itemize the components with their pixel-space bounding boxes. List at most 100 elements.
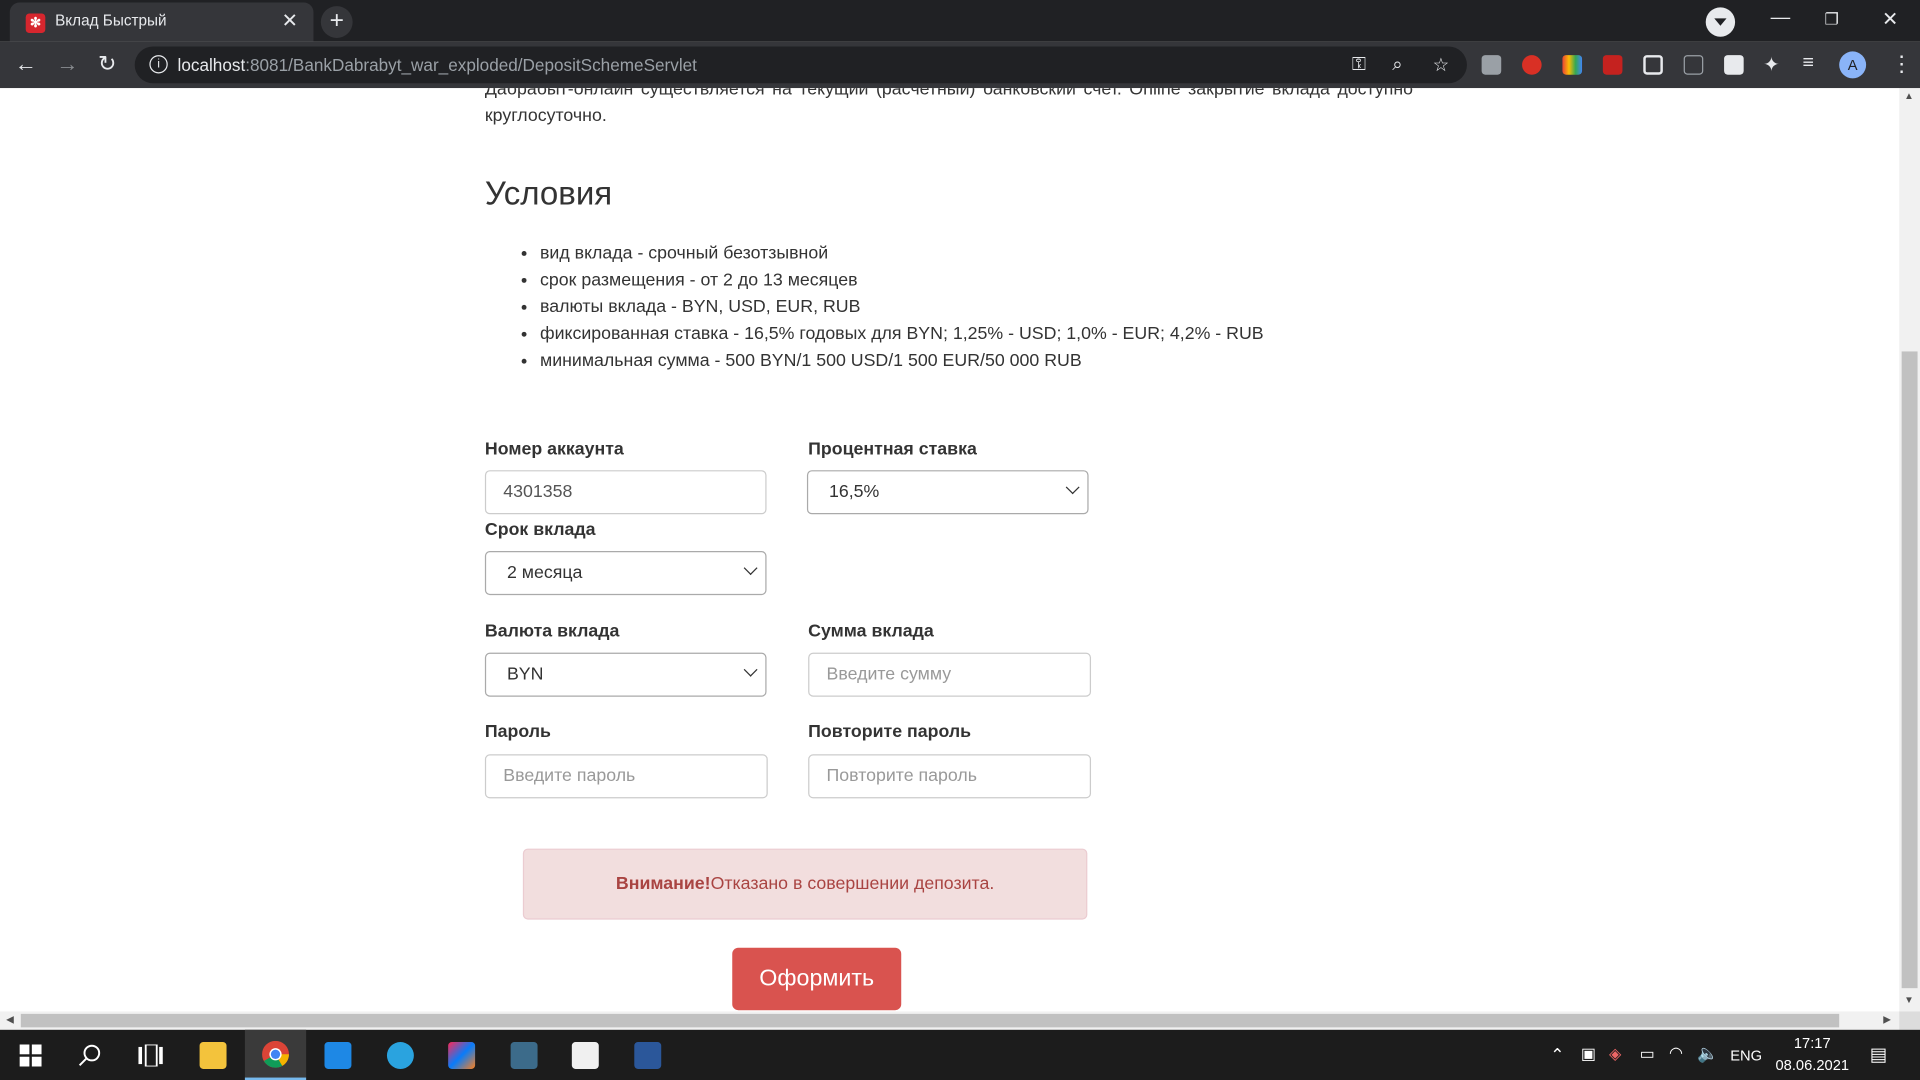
tray-app-icon[interactable]: ◈ bbox=[1609, 1044, 1621, 1064]
tray-meet-icon[interactable]: ▣ bbox=[1581, 1044, 1596, 1064]
bank-favicon-icon: ✻ bbox=[25, 13, 46, 34]
new-tab-button[interactable]: + bbox=[320, 6, 353, 38]
submit-button[interactable]: Оформить bbox=[732, 947, 902, 1011]
media-queue-icon[interactable]: ≡ bbox=[1802, 53, 1813, 75]
scroll-right-icon[interactable]: ▶ bbox=[1883, 1014, 1891, 1025]
tray-chevron-up-icon[interactable]: ⌃ bbox=[1550, 1044, 1564, 1065]
restore-icon[interactable]: ❐ bbox=[1824, 10, 1838, 30]
currency-select[interactable]: BYN bbox=[484, 652, 767, 697]
rate-select[interactable]: 16,5% bbox=[806, 470, 1089, 515]
clock-date[interactable]: 08.06.2021 bbox=[1776, 1057, 1850, 1074]
chrome-icon bbox=[262, 1040, 289, 1068]
java-button[interactable] bbox=[555, 1030, 616, 1080]
list-item: фиксированная ставка - 16,5% годовых для… bbox=[540, 321, 1264, 348]
account-label: Номер аккаунта bbox=[484, 439, 624, 460]
tab-search-icon[interactable] bbox=[1705, 7, 1736, 37]
vscode-icon bbox=[324, 1042, 352, 1069]
address-bar[interactable]: i localhost:8081/BankDabrabyt_war_explod… bbox=[134, 46, 1467, 84]
scrollbar-corner bbox=[1899, 1011, 1920, 1030]
file-explorer-button[interactable] bbox=[182, 1030, 243, 1080]
extension-pdf-icon[interactable] bbox=[1602, 55, 1623, 75]
chrome-button[interactable] bbox=[244, 1029, 307, 1080]
conditions-heading: Условия bbox=[484, 175, 613, 212]
horizontal-scrollbar[interactable]: ◀ ▶ bbox=[0, 1011, 1900, 1030]
term-selected-value: 2 месяца bbox=[506, 563, 583, 583]
close-tab-icon[interactable]: ✕ bbox=[282, 9, 298, 33]
scroll-up-icon[interactable]: ▲ bbox=[1904, 91, 1914, 102]
key-icon[interactable]: ⚿ bbox=[1352, 54, 1366, 75]
telegram-icon bbox=[386, 1042, 414, 1069]
browser-toolbar: ← → ↻ i localhost:8081/BankDabrabyt_war_… bbox=[0, 41, 1920, 89]
folder-icon bbox=[199, 1042, 227, 1069]
volume-icon[interactable]: 🔈 bbox=[1697, 1043, 1718, 1064]
wifi-icon[interactable]: ◠ bbox=[1669, 1043, 1683, 1063]
site-info-icon[interactable]: i bbox=[149, 55, 168, 74]
windows-logo-icon bbox=[19, 1044, 42, 1067]
alert-text: Отказано в совершении депозита. bbox=[710, 874, 995, 894]
profile-avatar[interactable]: A bbox=[1839, 51, 1867, 79]
amount-input[interactable]: Введите сумму bbox=[808, 652, 1092, 697]
mysql-workbench-button[interactable] bbox=[493, 1030, 554, 1080]
language-indicator[interactable]: ENG bbox=[1730, 1047, 1762, 1064]
extension-hand-icon[interactable] bbox=[1522, 55, 1542, 75]
scroll-down-icon[interactable]: ▼ bbox=[1904, 994, 1914, 1005]
zoom-icon[interactable]: ⌕ bbox=[1392, 54, 1402, 75]
list-item: минимальная сумма - 500 BYN/1 500 USD/1 … bbox=[540, 348, 1264, 375]
horizontal-scroll-thumb[interactable] bbox=[20, 1013, 1840, 1028]
database-icon bbox=[510, 1042, 538, 1069]
currency-label: Валюта вклада bbox=[484, 622, 620, 642]
scroll-left-icon[interactable]: ◀ bbox=[6, 1014, 14, 1025]
chevron-down-icon bbox=[1065, 480, 1080, 495]
chevron-down-icon bbox=[743, 662, 758, 677]
extension-puzzle-red-icon[interactable] bbox=[1724, 55, 1744, 75]
currency-selected-value: BYN bbox=[506, 664, 544, 685]
browser-tab[interactable]: ✻ Вклад Быстрый ✕ bbox=[9, 2, 314, 42]
word-button[interactable] bbox=[617, 1030, 678, 1080]
vscode-button[interactable] bbox=[307, 1030, 368, 1080]
tab-title: Вклад Быстрый bbox=[55, 12, 167, 30]
intro-paragraph: Дабрабыт-онлайн существляется на текущий… bbox=[484, 88, 1414, 127]
minimize-icon[interactable]: — bbox=[1771, 7, 1791, 29]
rate-label: Процентная ставка bbox=[808, 439, 977, 460]
browser-title-bar: ✻ Вклад Быстрый ✕ + — ❐ ✕ bbox=[0, 0, 1920, 42]
vertical-scrollbar[interactable]: ▲ ▼ bbox=[1899, 88, 1920, 1012]
url-text[interactable]: localhost:8081/BankDabrabyt_war_exploded… bbox=[178, 55, 697, 75]
account-input[interactable]: 4301358 bbox=[484, 470, 767, 515]
repeat-password-input[interactable]: Повторите пароль bbox=[808, 754, 1092, 799]
list-item: вид вклада - срочный безотзывной bbox=[540, 240, 1264, 267]
battery-icon[interactable]: ▭ bbox=[1640, 1044, 1655, 1064]
task-view-icon bbox=[138, 1044, 163, 1067]
search-button[interactable] bbox=[59, 1030, 120, 1080]
back-icon[interactable]: ← bbox=[15, 51, 37, 77]
list-item: валюты вклада - BYN, USD, EUR, RUB bbox=[540, 294, 1264, 321]
browser-menu-icon[interactable]: ⋮ bbox=[1891, 51, 1913, 77]
bookmark-star-icon[interactable]: ☆ bbox=[1433, 54, 1449, 76]
clock-time[interactable]: 17:17 bbox=[1794, 1035, 1831, 1052]
reload-icon[interactable]: ↻ bbox=[98, 51, 116, 77]
repeat-password-label: Повторите пароль bbox=[808, 722, 972, 743]
notifications-icon[interactable]: ▤ bbox=[1870, 1043, 1887, 1065]
task-view-button[interactable] bbox=[120, 1030, 181, 1080]
term-label: Срок вклада bbox=[484, 520, 596, 540]
extensions-icon[interactable]: ✦ bbox=[1763, 53, 1779, 77]
rate-selected-value: 16,5% bbox=[828, 482, 880, 503]
extension-window-icon[interactable] bbox=[1643, 55, 1663, 75]
password-input[interactable]: Введите пароль bbox=[484, 754, 768, 799]
extension-color-icon[interactable] bbox=[1562, 55, 1583, 75]
start-button[interactable] bbox=[0, 1030, 61, 1080]
close-window-icon[interactable]: ✕ bbox=[1882, 7, 1898, 31]
extension-camera-icon[interactable] bbox=[1481, 55, 1502, 75]
search-icon bbox=[78, 1044, 101, 1066]
error-alert: Внимание!Отказано в совершении депозита. bbox=[522, 848, 1088, 920]
password-label: Пароль bbox=[484, 722, 551, 743]
intellij-button[interactable] bbox=[431, 1030, 492, 1080]
amount-label: Сумма вклада bbox=[808, 622, 934, 642]
term-select[interactable]: 2 месяца bbox=[484, 551, 767, 596]
vertical-scroll-thumb[interactable] bbox=[1901, 351, 1918, 989]
page-content: Дабрабыт-онлайн существляется на текущий… bbox=[0, 88, 1900, 1012]
alert-strong: Внимание! bbox=[615, 874, 711, 894]
forward-icon[interactable]: → bbox=[56, 51, 78, 77]
extension-cast-icon[interactable] bbox=[1683, 55, 1704, 75]
windows-taskbar: ⌃ ▣ ◈ ▭ ◠ 🔈 ENG 17:17 08.06.2021 ▤ bbox=[0, 1029, 1920, 1080]
telegram-button[interactable] bbox=[370, 1030, 431, 1080]
